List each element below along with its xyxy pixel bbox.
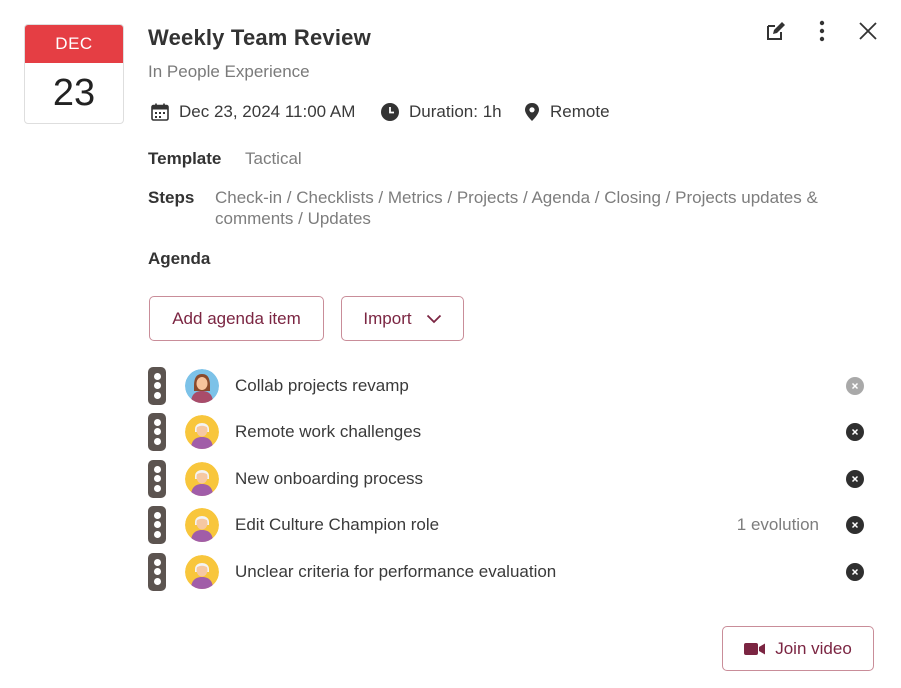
clock-icon bbox=[381, 103, 399, 121]
chevron-down-icon bbox=[426, 314, 441, 323]
drag-handle-icon[interactable] bbox=[148, 413, 166, 451]
template-value: Tactical bbox=[245, 149, 302, 168]
drag-handle-icon[interactable] bbox=[148, 506, 166, 544]
remove-icon[interactable] bbox=[846, 516, 864, 534]
agenda-item[interactable]: Remote work challenges bbox=[148, 412, 868, 452]
remove-icon[interactable] bbox=[846, 563, 864, 581]
meeting-datetime-text: Dec 23, 2024 11:00 AM bbox=[179, 102, 356, 121]
calendar-date-tile: DEC 23 bbox=[24, 24, 124, 124]
import-label: Import bbox=[363, 308, 412, 328]
add-agenda-item-button[interactable]: Add agenda item bbox=[149, 296, 324, 341]
meeting-location: Remote bbox=[523, 99, 610, 125]
edit-icon[interactable] bbox=[763, 18, 789, 44]
agenda-label: Agenda bbox=[148, 249, 211, 268]
join-video-button[interactable]: Join video bbox=[722, 626, 874, 671]
agenda-item[interactable]: Edit Culture Champion role 1 evolution bbox=[148, 505, 868, 545]
agenda-item-title: Collab projects revamp bbox=[235, 376, 409, 395]
close-icon[interactable] bbox=[855, 18, 881, 44]
remove-icon[interactable] bbox=[846, 470, 864, 488]
calendar-day: 23 bbox=[52, 72, 96, 114]
remove-icon[interactable] bbox=[846, 377, 864, 395]
elder-avatar bbox=[185, 555, 219, 589]
location-pin-icon bbox=[525, 103, 539, 121]
meeting-datetime: Dec 23, 2024 11:00 AM bbox=[150, 99, 355, 125]
meeting-subtitle: In People Experience bbox=[148, 62, 310, 81]
agenda-item-title: Edit Culture Champion role bbox=[235, 515, 440, 534]
elder-avatar bbox=[185, 415, 219, 449]
drag-handle-icon[interactable] bbox=[148, 553, 166, 591]
agenda-item-title: Remote work challenges bbox=[235, 422, 422, 441]
steps-label: Steps bbox=[148, 188, 195, 207]
template-label: Template bbox=[148, 149, 222, 168]
calendar-icon bbox=[151, 103, 169, 121]
more-vertical-icon[interactable] bbox=[809, 18, 835, 44]
agenda-item[interactable]: Collab projects revamp bbox=[148, 366, 868, 406]
steps-value-line-2: comments / Updates bbox=[215, 209, 371, 228]
import-dropdown-button[interactable]: Import bbox=[341, 296, 464, 341]
remove-icon[interactable] bbox=[846, 423, 864, 441]
add-agenda-item-label: Add agenda item bbox=[172, 308, 301, 328]
steps-value-line-1: Check-in / Checklists / Metrics / Projec… bbox=[215, 188, 818, 207]
calendar-month: DEC bbox=[25, 25, 123, 63]
agenda-item[interactable]: New onboarding process bbox=[148, 459, 868, 499]
drag-handle-icon[interactable] bbox=[148, 367, 166, 405]
meeting-location-text: Remote bbox=[550, 102, 610, 121]
agenda-item[interactable]: Unclear criteria for performance evaluat… bbox=[148, 552, 868, 592]
meeting-duration-text: Duration: 1h bbox=[409, 102, 502, 121]
video-camera-icon bbox=[744, 642, 766, 655]
drag-handle-icon[interactable] bbox=[148, 460, 166, 498]
agenda-item-title: Unclear criteria for performance evaluat… bbox=[235, 562, 557, 581]
steps-value: Check-in / Checklists / Metrics / Projec… bbox=[215, 187, 885, 229]
meeting-duration: Duration: 1h bbox=[380, 99, 502, 125]
elder-avatar bbox=[185, 462, 219, 496]
woman-avatar bbox=[185, 369, 219, 403]
evolution-count[interactable]: 1 evolution bbox=[737, 515, 819, 535]
elder-avatar bbox=[185, 508, 219, 542]
agenda-item-title: New onboarding process bbox=[235, 469, 424, 488]
meeting-title: Weekly Team Review bbox=[148, 25, 371, 50]
join-video-label: Join video bbox=[775, 638, 852, 658]
